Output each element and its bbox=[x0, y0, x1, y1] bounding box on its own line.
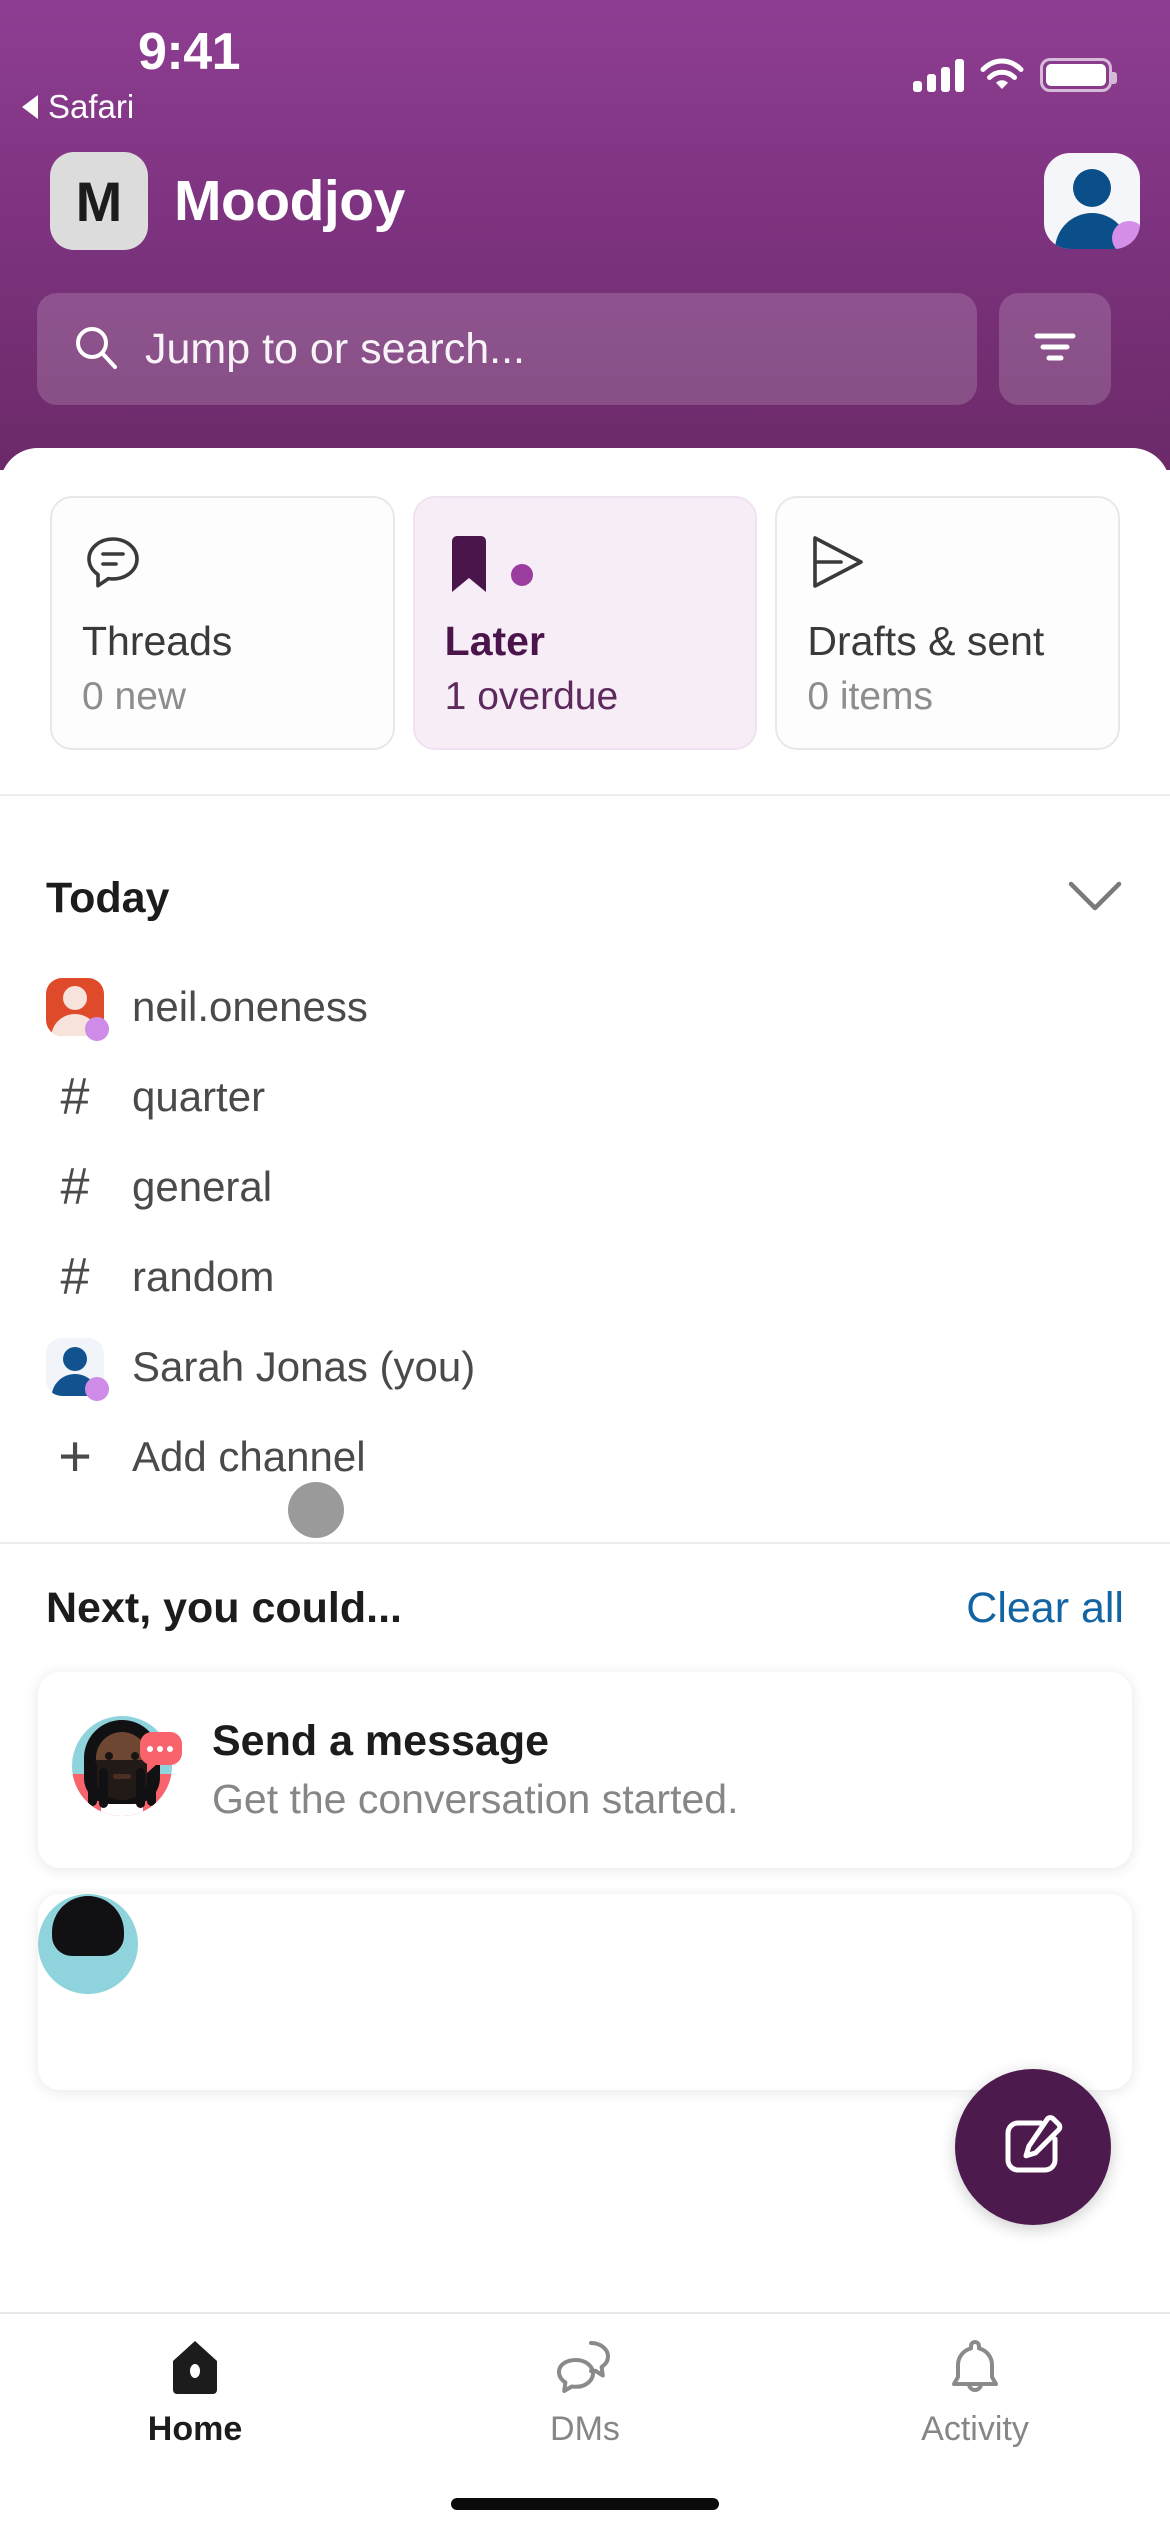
presence-dot bbox=[85, 1377, 109, 1401]
hash-icon: # bbox=[60, 1068, 90, 1126]
divider bbox=[0, 794, 1170, 796]
card-title: Later bbox=[444, 618, 545, 664]
presence-dot bbox=[85, 1017, 109, 1041]
status-bar: 9:41 bbox=[0, 0, 1170, 120]
list-item-label: neil.oneness bbox=[132, 983, 368, 1030]
back-triangle-icon bbox=[22, 95, 38, 119]
workspace-logo: M bbox=[50, 152, 148, 250]
avatar-head bbox=[1073, 169, 1111, 207]
next-section-header: Next, you could... Clear all bbox=[0, 1544, 1170, 1672]
status-badge bbox=[1112, 221, 1140, 249]
status-bar-time: 9:41 bbox=[138, 23, 241, 81]
list-item-label: Sarah Jonas (you) bbox=[132, 1343, 476, 1390]
bookmark-icon bbox=[445, 532, 726, 608]
chevron-down-icon[interactable] bbox=[1066, 878, 1124, 919]
wifi-icon bbox=[980, 58, 1024, 92]
app-header: 9:41 Safari M Moodjoy Jump to or search.… bbox=[0, 0, 1170, 470]
list-item-label: Add channel bbox=[132, 1433, 366, 1480]
today-label: Today bbox=[46, 873, 170, 922]
tab-label: Activity bbox=[921, 2409, 1029, 2448]
card-title: Threads bbox=[82, 618, 233, 664]
search-placeholder: Jump to or search... bbox=[145, 324, 525, 373]
list-item[interactable]: # general bbox=[46, 1146, 1124, 1228]
clear-all-button[interactable]: Clear all bbox=[966, 1584, 1124, 1633]
filter-button[interactable] bbox=[999, 293, 1111, 405]
tab-label: DMs bbox=[550, 2409, 620, 2448]
dms-icon bbox=[554, 2336, 616, 2398]
filter-icon bbox=[1032, 330, 1078, 369]
list-item[interactable]: # random bbox=[46, 1236, 1124, 1318]
next-section-label: Next, you could... bbox=[46, 1583, 402, 1632]
card-subtitle: 0 new bbox=[82, 675, 187, 718]
card-subtitle: 1 overdue bbox=[444, 675, 619, 718]
back-to-safari-button[interactable]: Safari bbox=[22, 88, 134, 126]
hash-icon: # bbox=[60, 1248, 90, 1306]
channel-list: neil.oneness # quarter # general # rando… bbox=[0, 966, 1170, 1498]
card-drafts-and-sent[interactable]: Drafts & sent 0 items bbox=[775, 496, 1121, 750]
list-item-label: random bbox=[132, 1253, 275, 1300]
compose-icon bbox=[997, 2109, 1069, 2186]
list-item[interactable]: Sarah Jonas (you) bbox=[46, 1326, 1124, 1408]
threads-icon bbox=[82, 532, 363, 608]
bottom-navigation: Home DMs Activity bbox=[0, 2312, 1170, 2532]
today-section-header[interactable]: Today bbox=[0, 830, 1170, 966]
cellular-signal-icon bbox=[913, 58, 964, 92]
illustration-avatar-person-with-locs bbox=[72, 1716, 182, 1824]
tab-activity[interactable]: Activity bbox=[780, 2314, 1170, 2470]
tab-label: Home bbox=[147, 2409, 243, 2448]
status-bar-indicators bbox=[913, 48, 1117, 92]
quick-access-cards: Threads 0 new Later 1 overdue Drafts & s… bbox=[0, 448, 1170, 750]
illustration-avatar-secondary bbox=[38, 1894, 146, 2002]
plus-icon: + bbox=[58, 1424, 92, 1489]
avatar[interactable] bbox=[1044, 153, 1140, 249]
home-indicator bbox=[451, 2498, 719, 2510]
add-channel-button[interactable]: + Add channel bbox=[46, 1416, 1124, 1498]
avatar-red bbox=[46, 978, 109, 1041]
search-icon bbox=[73, 324, 119, 375]
suggestion-subtitle: Get the conversation started. bbox=[212, 1776, 739, 1822]
compose-button[interactable] bbox=[955, 2069, 1111, 2225]
suggestion-title: Send a message bbox=[212, 1717, 550, 1765]
unread-badge bbox=[510, 564, 533, 586]
list-item[interactable]: neil.oneness bbox=[46, 966, 1124, 1048]
hash-icon: # bbox=[60, 1158, 90, 1216]
content-sheet: Threads 0 new Later 1 overdue Drafts & s… bbox=[0, 448, 1170, 2532]
back-app-label: Safari bbox=[48, 88, 135, 125]
list-item-label: general bbox=[132, 1163, 273, 1210]
list-item[interactable]: # quarter bbox=[46, 1056, 1124, 1138]
search-input[interactable]: Jump to or search... bbox=[37, 293, 977, 405]
search-row: Jump to or search... bbox=[37, 293, 1111, 405]
card-threads[interactable]: Threads 0 new bbox=[50, 496, 395, 750]
workspace-switcher[interactable]: M Moodjoy bbox=[50, 152, 405, 250]
card-later[interactable]: Later 1 overdue bbox=[412, 496, 758, 750]
message-bubble-icon bbox=[140, 1732, 182, 1773]
slack-mobile-home-screen: 9:41 Safari M Moodjoy Jump to or search.… bbox=[0, 0, 1170, 2532]
card-subtitle: 0 items bbox=[807, 675, 934, 718]
suggestion-card-next[interactable] bbox=[38, 1894, 1132, 2090]
paper-plane-icon bbox=[807, 532, 1088, 608]
bell-icon bbox=[947, 2336, 1003, 2398]
workspace-name: Moodjoy bbox=[174, 169, 405, 233]
tab-home[interactable]: Home bbox=[0, 2314, 390, 2470]
home-icon bbox=[167, 2336, 223, 2398]
tab-dms[interactable]: DMs bbox=[390, 2314, 780, 2470]
avatar-blue bbox=[46, 1338, 109, 1401]
suggestion-card-send-a-message[interactable]: Send a message Get the conversation star… bbox=[38, 1672, 1132, 1868]
list-item-label: quarter bbox=[132, 1073, 266, 1120]
card-title: Drafts & sent bbox=[807, 618, 1045, 664]
touch-point-indicator bbox=[288, 1482, 344, 1538]
battery-icon bbox=[1040, 58, 1117, 92]
